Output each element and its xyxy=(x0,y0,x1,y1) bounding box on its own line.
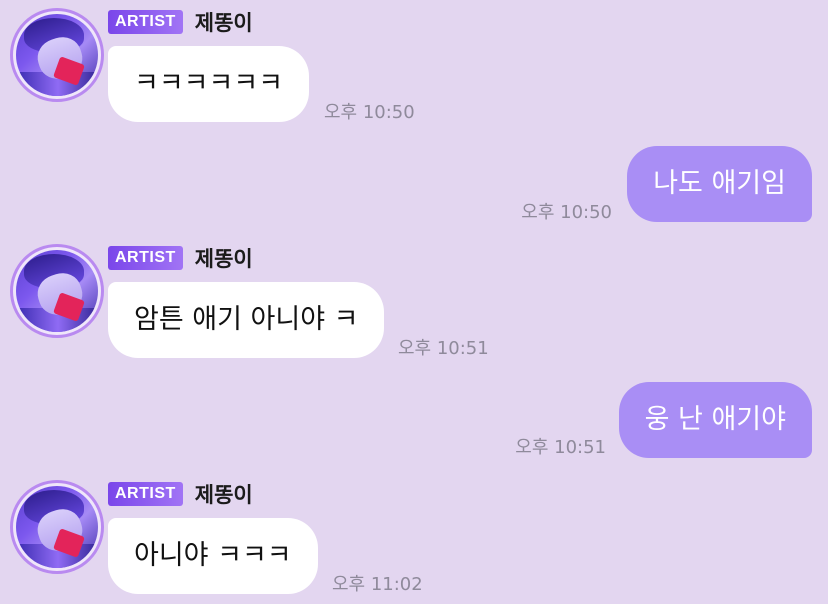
avatar-image xyxy=(16,14,98,96)
message-timestamp: 오후 10:50 xyxy=(324,102,415,123)
message-timestamp: 오후 11:02 xyxy=(332,574,423,595)
artist-avatar[interactable] xyxy=(10,480,104,574)
message-header: ARTIST 제똥이 xyxy=(108,7,253,37)
message-timestamp: 오후 10:51 xyxy=(515,437,606,458)
artist-badge: ARTIST xyxy=(108,246,183,270)
artist-avatar[interactable] xyxy=(10,8,104,102)
message-header: ARTIST 제똥이 xyxy=(108,479,253,509)
incoming-message-bubble[interactable]: 아니야 ㅋㅋㅋ xyxy=(108,518,318,594)
artist-badge: ARTIST xyxy=(108,10,183,34)
outgoing-message-bubble[interactable]: 웅 난 애기야 xyxy=(618,382,812,458)
message-timestamp: 오후 10:51 xyxy=(398,338,489,359)
message-header: ARTIST 제똥이 xyxy=(108,243,253,273)
avatar-image xyxy=(16,486,98,568)
sender-name[interactable]: 제똥이 xyxy=(195,243,253,273)
sender-name[interactable]: 제똥이 xyxy=(195,7,253,37)
outgoing-message-bubble[interactable]: 나도 애기임 xyxy=(627,146,812,222)
artist-avatar[interactable] xyxy=(10,244,104,338)
sender-name[interactable]: 제똥이 xyxy=(195,479,253,509)
incoming-message-bubble[interactable]: 암튼 애기 아니야 ㅋ xyxy=(108,282,385,358)
artist-badge: ARTIST xyxy=(108,482,183,506)
avatar-image xyxy=(16,250,98,332)
message-timestamp: 오후 10:50 xyxy=(521,202,612,223)
incoming-message-bubble[interactable]: ㅋㅋㅋㅋㅋㅋ xyxy=(108,46,310,122)
